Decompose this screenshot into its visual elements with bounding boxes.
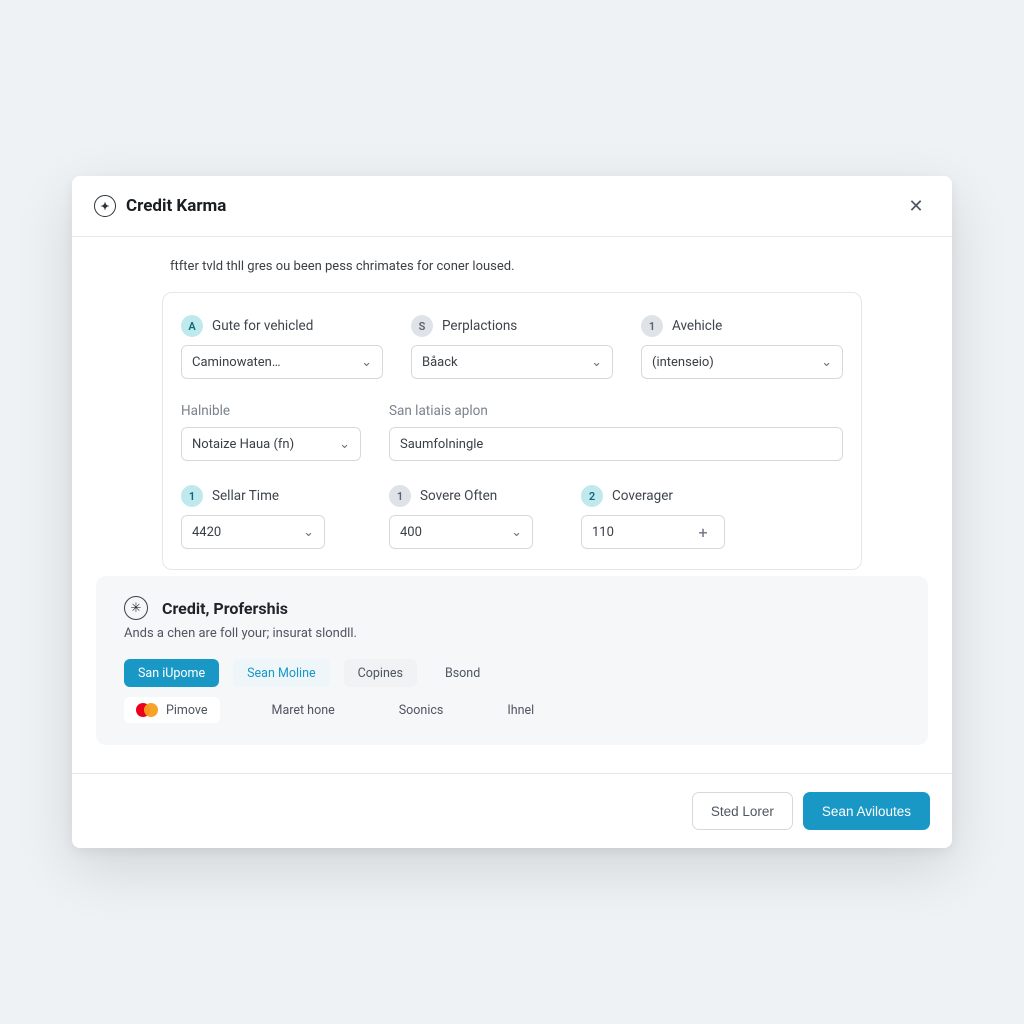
label-halnible: Halnible xyxy=(181,403,361,419)
brand-logo-icon: ✦ xyxy=(94,195,116,217)
badge-percep: S xyxy=(411,315,433,337)
stepper-coverage[interactable]: 110 + xyxy=(581,515,725,549)
field-sellar: 1 Sellar Time 4420 ⌄ xyxy=(181,485,325,549)
select-guide[interactable]: Caminowaten… ⌄ xyxy=(181,345,383,379)
chevron-down-icon: ⌄ xyxy=(591,355,602,370)
chevron-down-icon: ⌄ xyxy=(361,355,372,370)
select-halnible-value: Notaize Haua (fn) xyxy=(192,437,294,452)
form-row-2: Halnible Notaize Haua (fn) ⌄ San latiais… xyxy=(181,403,843,461)
modal-body: ftfter tvld thll gres ou been pess chrim… xyxy=(72,237,952,570)
brand-name: Credit Karma xyxy=(126,196,226,216)
badge-guide: A xyxy=(181,315,203,337)
form-row-3: 1 Sellar Time 4420 ⌄ 1 Sovere Often 400 xyxy=(181,485,843,549)
label-sovere: Sovere Often xyxy=(420,488,497,504)
select-guide-value: Caminowaten… xyxy=(192,355,281,370)
input-san-aplon-value: Saumfolningle xyxy=(400,437,483,452)
field-guide: A Gute for vehicled Caminowaten… ⌄ xyxy=(181,315,383,379)
chip-link[interactable]: Sean Moline xyxy=(233,659,330,687)
select-sovere-value: 400 xyxy=(400,525,422,540)
chevron-down-icon: ⌄ xyxy=(339,437,350,452)
mastercard-icon xyxy=(136,703,158,717)
field-halnible: Halnible Notaize Haua (fn) ⌄ xyxy=(181,403,361,461)
promo-card: ✳ Credit, Profershis Ands a chen are fol… xyxy=(96,576,928,745)
chip-copines[interactable]: Copines xyxy=(344,659,417,687)
chip-bsond[interactable]: Bsond xyxy=(431,659,494,687)
primary-button[interactable]: Sean Aviloutes xyxy=(803,792,930,830)
provider-marethone[interactable]: Maret hone xyxy=(260,697,347,723)
badge-coverage: 2 xyxy=(581,485,603,507)
form-row-1: A Gute for vehicled Caminowaten… ⌄ S Per… xyxy=(181,315,843,379)
promo-logo-icon: ✳ xyxy=(124,596,148,620)
chevron-down-icon: ⌄ xyxy=(821,355,832,370)
chip-primary[interactable]: San iUpome xyxy=(124,659,219,687)
label-percep: Perplactions xyxy=(442,318,517,334)
select-sovere[interactable]: 400 ⌄ xyxy=(389,515,533,549)
select-percep-value: Båack xyxy=(422,355,458,370)
field-sovere: 1 Sovere Often 400 ⌄ xyxy=(389,485,533,549)
modal-footer: Sted Lorer Sean Aviloutes xyxy=(72,773,952,848)
modal: ✦ Credit Karma ✕ ftfter tvld thll gres o… xyxy=(72,176,952,848)
promo-chip-row: San iUpome Sean Moline Copines Bsond xyxy=(124,659,900,687)
select-halnible[interactable]: Notaize Haua (fn) ⌄ xyxy=(181,427,361,461)
select-percep[interactable]: Båack ⌄ xyxy=(411,345,613,379)
badge-vehicle: 1 xyxy=(641,315,663,337)
promo-subtitle: Ands a chen are foll your; insurat slond… xyxy=(124,626,900,641)
secondary-button[interactable]: Sted Lorer xyxy=(692,792,793,830)
field-san-aplon: San latiais aplon Saumfolningle xyxy=(389,403,843,461)
stepper-coverage-value: 110 xyxy=(592,525,614,540)
label-sellar: Sellar Time xyxy=(212,488,279,504)
badge-sellar: 1 xyxy=(181,485,203,507)
label-guide: Gute for vehicled xyxy=(212,318,313,334)
badge-sovere: 1 xyxy=(389,485,411,507)
select-sellar-value: 4420 xyxy=(192,525,221,540)
field-percep: S Perplactions Båack ⌄ xyxy=(411,315,613,379)
field-coverage: 2 Coverager 110 + xyxy=(581,485,725,549)
modal-header: ✦ Credit Karma ✕ xyxy=(72,176,952,237)
brand: ✦ Credit Karma xyxy=(94,195,226,217)
label-coverage: Coverager xyxy=(612,488,673,504)
select-sellar[interactable]: 4420 ⌄ xyxy=(181,515,325,549)
chevron-down-icon: ⌄ xyxy=(303,525,314,540)
provider-pimove-label: Pimove xyxy=(166,703,208,718)
input-san-aplon[interactable]: Saumfolningle xyxy=(389,427,843,461)
select-vehicle[interactable]: (intenseio) ⌄ xyxy=(641,345,843,379)
promo-title: Credit, Profershis xyxy=(162,599,288,618)
provider-soonics[interactable]: Soonics xyxy=(387,697,456,723)
provider-ihnel[interactable]: Ihnel xyxy=(495,697,546,723)
plus-icon[interactable]: + xyxy=(692,521,714,543)
chevron-down-icon: ⌄ xyxy=(511,525,522,540)
label-san-aplon: San latiais aplon xyxy=(389,403,843,419)
select-vehicle-value: (intenseio) xyxy=(652,355,714,370)
close-icon: ✕ xyxy=(908,196,923,217)
provider-pimove[interactable]: Pimove xyxy=(124,697,220,723)
intro-text: ftfter tvld thll gres ou been pess chrim… xyxy=(170,259,862,274)
form-card: A Gute for vehicled Caminowaten… ⌄ S Per… xyxy=(162,292,862,570)
field-vehicle: 1 Avehicle (intenseio) ⌄ xyxy=(641,315,843,379)
label-vehicle: Avehicle xyxy=(672,318,722,334)
close-button[interactable]: ✕ xyxy=(902,192,930,220)
provider-row: Pimove Maret hone Soonics Ihnel xyxy=(124,697,900,723)
